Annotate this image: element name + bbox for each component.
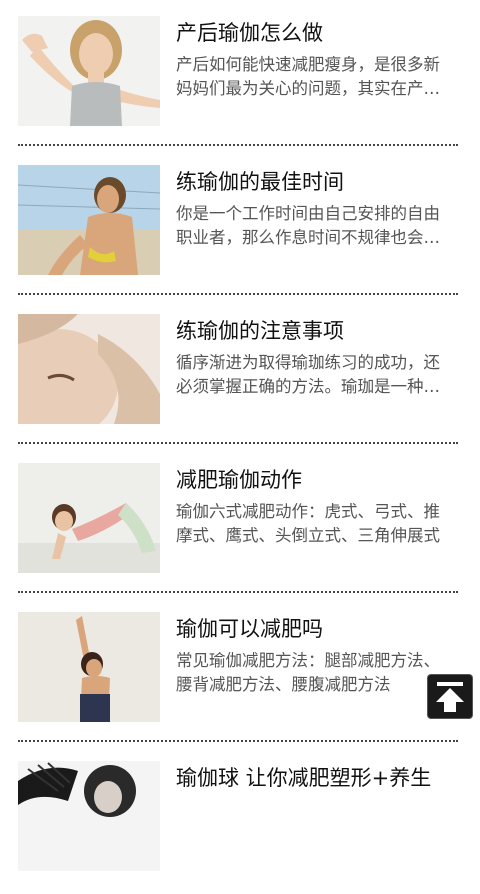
article-title: 练瑜伽的注意事项 — [176, 319, 344, 343]
article-title: 练瑜伽的最佳时间 — [176, 170, 344, 194]
article-title: 瑜伽球 让你减肥塑形+养生 — [176, 766, 432, 790]
divider — [18, 591, 458, 593]
arrow-up-to-top-icon — [436, 682, 464, 712]
article-summary: 常见瑜伽减肥方法：腿部减肥方法、腰背减肥方法、腰腹减肥方法 — [176, 651, 440, 694]
article-thumbnail — [18, 314, 160, 424]
list-item[interactable]: 瑜伽可以减肥吗 常见瑜伽减肥方法：腿部减肥方法、腰背减肥方法、腰腹减肥方法 — [0, 596, 480, 745]
back-to-top-button[interactable] — [427, 674, 473, 719]
article-summary — [176, 798, 448, 846]
article-title: 瑜伽可以减肥吗 — [176, 617, 323, 641]
list-item[interactable]: 产后瑜伽怎么做 产后如何能快速减肥瘦身，是很多新妈妈们最为关心的问题，其实在产后… — [0, 0, 480, 149]
divider — [18, 740, 458, 742]
list-item[interactable]: 练瑜伽的注意事项 循序渐进为取得瑜珈练习的成功，还必须掌握正确的方法。瑜珈是一种… — [0, 298, 480, 447]
divider — [18, 442, 458, 444]
article-thumbnail — [18, 463, 160, 573]
article-summary: 瑜伽六式减肥动作：虎式、弓式、推摩式、鹰式、头倒立式、三角伸展式 — [176, 502, 440, 545]
article-summary: 产后如何能快速减肥瘦身，是很多新妈妈们最为关心的问题，其实在产后减肥瘦身 — [176, 55, 440, 98]
article-title: 产后瑜伽怎么做 — [176, 21, 323, 45]
list-item[interactable]: 减肥瑜伽动作 瑜伽六式减肥动作：虎式、弓式、推摩式、鹰式、头倒立式、三角伸展式 — [0, 447, 480, 596]
article-thumbnail — [18, 761, 160, 871]
article-summary: 循序渐进为取得瑜珈练习的成功，还必须掌握正确的方法。瑜珈是一种科学 — [176, 353, 440, 396]
divider — [18, 144, 458, 146]
article-title: 减肥瑜伽动作 — [176, 468, 302, 492]
article-thumbnail — [18, 165, 160, 275]
article-summary: 你是一个工作时间由自己安排的自由职业者，那么作息时间不规律也会影响练习 — [176, 204, 440, 247]
divider — [18, 293, 458, 295]
list-item[interactable]: 练瑜伽的最佳时间 你是一个工作时间由自己安排的自由职业者，那么作息时间不规律也会… — [0, 149, 480, 298]
article-thumbnail — [18, 16, 160, 126]
article-thumbnail — [18, 612, 160, 722]
list-item[interactable]: 瑜伽球 让你减肥塑形+养生 — [0, 745, 480, 894]
